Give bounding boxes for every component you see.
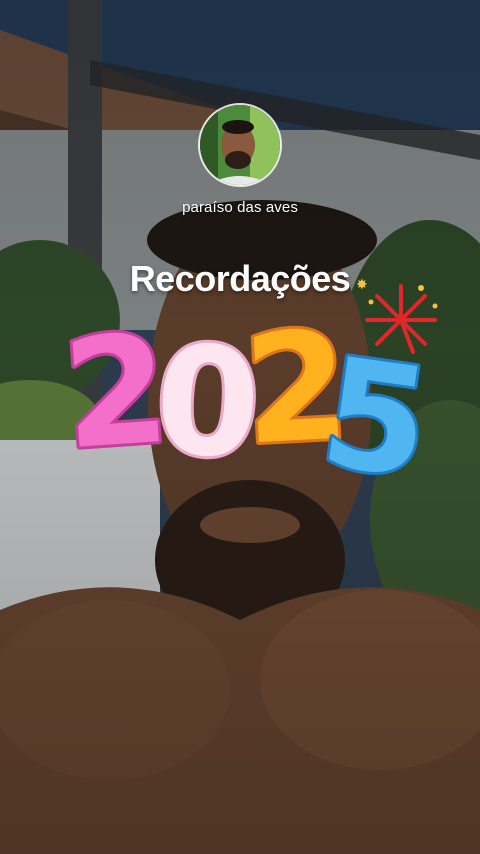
profile-header[interactable]: paraíso das aves	[0, 103, 480, 216]
avatar[interactable]	[198, 103, 282, 187]
avatar-photo	[200, 105, 280, 185]
username[interactable]: paraíso das aves	[0, 199, 480, 216]
year-2025-sticker[interactable]: 2 0 2 5	[56, 282, 456, 492]
